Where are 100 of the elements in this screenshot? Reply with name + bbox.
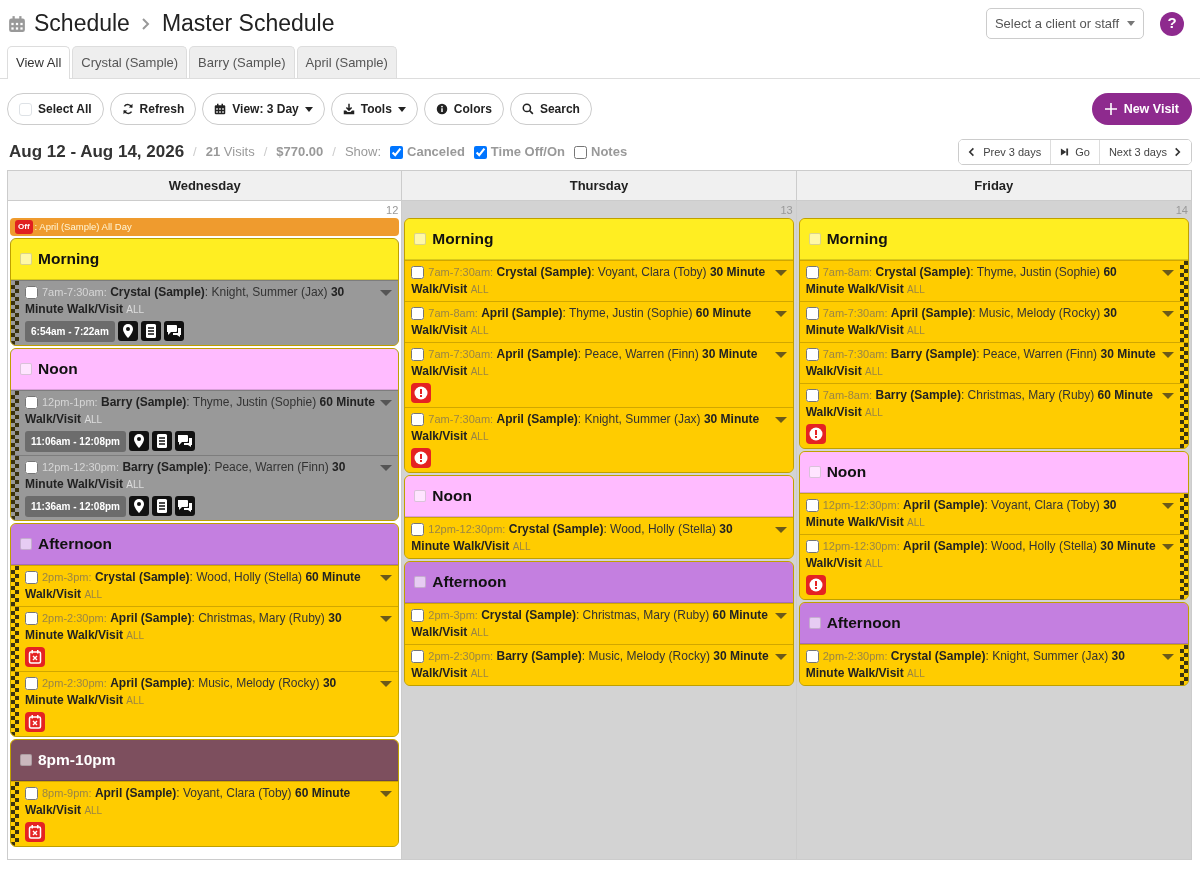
- group-header[interactable]: Noon: [799, 452, 1188, 493]
- visit-description[interactable]: 12pm-1pm: Barry (Sample): Thyme, Justin (Sophie) 60 Minute Walk/Visit ALL: [25, 394, 377, 428]
- checkbox[interactable]: [411, 413, 425, 426]
- visit-card[interactable]: 8pm-9pm: April (Sample): Voyant, Clara (Toby) 60 Minute Walk/Visit ALL: [11, 781, 399, 846]
- visit-description[interactable]: 7am-7:30am: April (Sample): Peace, Warren (Finn) 30 Minute Walk/Visit ALL: [411, 346, 771, 380]
- checkbox[interactable]: [25, 571, 38, 584]
- checkbox[interactable]: [805, 389, 819, 402]
- caret-icon[interactable]: [1162, 544, 1174, 550]
- notes-icon[interactable]: [140, 321, 161, 341]
- checkbox[interactable]: [25, 461, 38, 474]
- visit-description[interactable]: 8pm-9pm: April (Sample): Voyant, Clara (Toby) 60 Minute Walk/Visit ALL: [25, 785, 377, 819]
- checkbox[interactable]: [20, 253, 32, 265]
- visit-card[interactable]: 2pm-2:30pm: Crystal (Sample): Knight, Summer (Jax) 30 Minute Walk/Visit ALL: [799, 644, 1188, 685]
- visit-description[interactable]: 7am-8am: Crystal (Sample): Thyme, Justin (Sophie) 60 Minute Walk/Visit ALL: [805, 264, 1158, 298]
- group-header[interactable]: Morning: [799, 219, 1188, 260]
- caret-icon[interactable]: [1162, 311, 1174, 317]
- checkbox[interactable]: [805, 650, 819, 663]
- caret-icon[interactable]: [1162, 393, 1174, 399]
- visit-description[interactable]: 2pm-2:30pm: Crystal (Sample): Knight, Summer (Jax) 30 Minute Walk/Visit ALL: [805, 648, 1158, 682]
- visit-card[interactable]: 12pm-12:30pm: April (Sample): Voyant, Clara (Toby) 30 Minute Walk/Visit ALL: [799, 493, 1188, 534]
- group-header[interactable]: 8pm-10pm: [11, 740, 399, 781]
- chat-icon[interactable]: [174, 431, 195, 451]
- breadcrumb-link[interactable]: Schedule: [34, 6, 130, 41]
- tab[interactable]: Crystal (Sample): [72, 46, 188, 78]
- checkbox[interactable]: [25, 396, 38, 409]
- caret-icon[interactable]: [1162, 270, 1174, 276]
- toolbar-button[interactable]: View: 3 Day: [202, 93, 325, 125]
- visit-description[interactable]: 7am-8am: Barry (Sample): Christmas, Mary (Ruby) 60 Minute Walk/Visit ALL: [805, 387, 1158, 421]
- visit-card[interactable]: 12pm-12:30pm: April (Sample): Wood, Holly (Stella) 30 Minute Walk/Visit ALL: [799, 534, 1188, 599]
- visit-description[interactable]: 2pm-2:30pm: April (Sample): Christmas, Mary (Ruby) 30 Minute Walk/Visit ALL: [25, 610, 377, 644]
- time-off-bar[interactable]: Off : April (Sample) All Day: [10, 218, 400, 236]
- checkbox[interactable]: [411, 523, 425, 536]
- visit-description[interactable]: 2pm-2:30pm: April (Sample): Music, Melody (Rocky) 30 Minute Walk/Visit ALL: [25, 675, 377, 709]
- caret-icon[interactable]: [1162, 654, 1174, 660]
- new-visit-button[interactable]: New Visit: [1091, 93, 1192, 125]
- toolbar-button[interactable]: Refresh: [109, 93, 197, 125]
- checkbox[interactable]: [411, 650, 425, 663]
- caret-icon[interactable]: [1162, 503, 1174, 509]
- caret-icon[interactable]: [774, 311, 787, 317]
- checkbox[interactable]: [414, 233, 427, 245]
- checkbox[interactable]: [25, 787, 38, 800]
- checkbox[interactable]: [411, 266, 425, 279]
- visit-card[interactable]: 7am-8am: Crystal (Sample): Thyme, Justin (Sophie) 60 Minute Walk/Visit ALL: [799, 260, 1188, 301]
- visit-description[interactable]: 7am-7:30am: Crystal (Sample): Voyant, Clara (Toby) 30 Minute Walk/Visit ALL: [411, 264, 771, 298]
- group-header[interactable]: Afternoon: [11, 524, 399, 565]
- caret-icon[interactable]: [774, 352, 787, 358]
- caret-icon[interactable]: [380, 400, 393, 406]
- checkbox[interactable]: [414, 576, 427, 588]
- checkbox[interactable]: [805, 348, 819, 361]
- checkbox[interactable]: [25, 286, 38, 299]
- caret-icon[interactable]: [774, 417, 787, 423]
- visit-card[interactable]: 2pm-2:30pm: April (Sample): Music, Melody (Rocky) 30 Minute Walk/Visit ALL: [11, 671, 399, 736]
- caret-icon[interactable]: [380, 681, 393, 687]
- visit-card[interactable]: 7am-7:30am: Crystal (Sample): Knight, Summer (Jax) 30 Minute Walk/Visit ALL 6:54am - 7:22am: [11, 280, 399, 345]
- tab[interactable]: View All: [7, 46, 71, 79]
- checkbox[interactable]: [390, 145, 404, 159]
- visit-description[interactable]: 7am-7:30am: Barry (Sample): Peace, Warren (Finn) 30 Minute Walk/Visit ALL: [805, 346, 1158, 380]
- visit-card[interactable]: 12pm-12:30pm: Barry (Sample): Peace, Warren (Finn) 30 Minute Walk/Visit ALL 11:36am - 12:08pm: [11, 455, 399, 520]
- toolbar-button[interactable]: Select All: [7, 93, 104, 125]
- pager-button[interactable]: Prev 3 days: [959, 140, 1052, 164]
- visit-description[interactable]: 12pm-12:30pm: April (Sample): Voyant, Clara (Toby) 30 Minute Walk/Visit ALL: [805, 497, 1158, 531]
- visit-card[interactable]: 7am-7:30am: April (Sample): Knight, Summer (Jax) 30 Minute Walk/Visit ALL: [405, 407, 793, 472]
- checkbox[interactable]: [473, 145, 487, 159]
- caret-icon[interactable]: [774, 527, 787, 533]
- client-select[interactable]: Select a client or staff: [985, 8, 1144, 39]
- location-pin-icon[interactable]: [117, 321, 138, 341]
- checkbox[interactable]: [411, 307, 425, 320]
- checkbox[interactable]: [25, 612, 38, 625]
- checkbox[interactable]: [808, 617, 821, 629]
- checkbox[interactable]: [805, 307, 819, 320]
- visit-description[interactable]: 7am-8am: April (Sample): Thyme, Justin (Sophie) 60 Minute Walk/Visit ALL: [411, 305, 771, 339]
- location-pin-icon[interactable]: [128, 496, 149, 516]
- visit-card[interactable]: 7am-7:30am: April (Sample): Music, Melody (Rocky) 30 Minute Walk/Visit ALL: [799, 301, 1188, 342]
- checkbox[interactable]: [805, 499, 819, 512]
- checkbox[interactable]: [411, 348, 425, 361]
- caret-icon[interactable]: [774, 270, 787, 276]
- caret-icon[interactable]: [380, 791, 393, 797]
- group-header[interactable]: Noon: [11, 349, 399, 390]
- checkbox[interactable]: [805, 540, 819, 553]
- visit-description[interactable]: 2pm-2:30pm: Barry (Sample): Music, Melody (Rocky) 30 Minute Walk/Visit ALL: [411, 648, 771, 682]
- chat-icon[interactable]: [163, 321, 184, 341]
- caret-icon[interactable]: [380, 575, 393, 581]
- visit-card[interactable]: 7am-7:30am: Barry (Sample): Peace, Warren (Finn) 30 Minute Walk/Visit ALL: [799, 342, 1188, 383]
- checkbox[interactable]: [805, 266, 819, 279]
- checkbox[interactable]: [808, 466, 821, 478]
- caret-icon[interactable]: [1162, 352, 1174, 358]
- visit-card[interactable]: 2pm-2:30pm: Barry (Sample): Music, Melody (Rocky) 30 Minute Walk/Visit ALL: [405, 644, 793, 685]
- caret-icon[interactable]: [774, 654, 787, 660]
- visit-description[interactable]: 2pm-3pm: Crystal (Sample): Christmas, Mary (Ruby) 60 Minute Walk/Visit ALL: [411, 607, 771, 641]
- visit-card[interactable]: 12pm-1pm: Barry (Sample): Thyme, Justin (Sophie) 60 Minute Walk/Visit ALL 11:06am - 12:08pm: [11, 390, 399, 455]
- checkbox[interactable]: [20, 363, 32, 375]
- checkbox[interactable]: [414, 490, 427, 502]
- chat-icon[interactable]: [174, 496, 195, 516]
- group-header[interactable]: Morning: [11, 239, 399, 280]
- notes-icon[interactable]: [151, 431, 172, 451]
- caret-icon[interactable]: [380, 290, 393, 296]
- notes-icon[interactable]: [151, 496, 172, 516]
- help-button[interactable]: ?: [1160, 11, 1184, 36]
- visit-card[interactable]: 2pm-2:30pm: April (Sample): Christmas, Mary (Ruby) 30 Minute Walk/Visit ALL: [11, 606, 399, 671]
- tab[interactable]: April (Sample): [296, 46, 397, 78]
